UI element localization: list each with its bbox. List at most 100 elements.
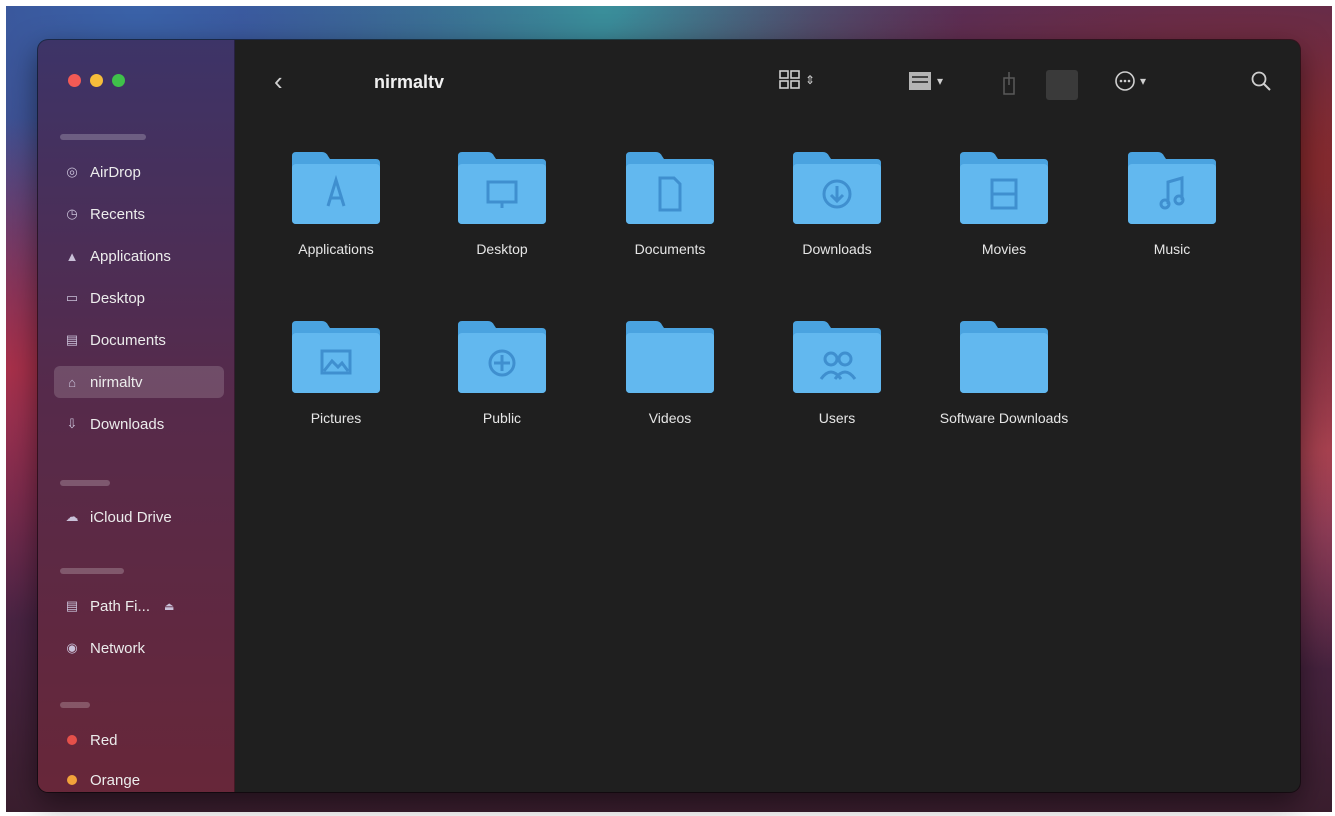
sidebar-item-label: nirmaltv bbox=[90, 373, 143, 391]
tag-color-icon bbox=[67, 735, 77, 745]
tag-icon bbox=[1046, 70, 1078, 100]
search-button[interactable] bbox=[1250, 70, 1272, 92]
drive-icon: ▤ bbox=[65, 598, 79, 613]
tag-color-icon bbox=[67, 775, 77, 785]
group-icon bbox=[909, 72, 931, 90]
sidebar-item-label: Documents bbox=[90, 331, 166, 349]
folder-item-software-downloads[interactable]: Software Downloads bbox=[924, 315, 1084, 427]
tag-dot-icon bbox=[64, 732, 80, 748]
sidebar-item-downloads[interactable]: ⇩ Downloads bbox=[54, 408, 224, 440]
folder-label: Users bbox=[818, 410, 856, 426]
desktop-icon: ▭ bbox=[65, 290, 79, 305]
tag-dot-icon bbox=[64, 772, 80, 788]
sidebar-item-label: Downloads bbox=[90, 415, 165, 433]
network-icon: ◉ bbox=[66, 640, 78, 655]
folder-icon bbox=[292, 321, 380, 393]
chevron-down-icon: ▾ bbox=[937, 74, 944, 88]
folder-icon bbox=[626, 321, 714, 393]
folder-label: Public bbox=[482, 410, 522, 426]
window-controls bbox=[68, 74, 125, 87]
sidebar-item-documents[interactable]: ▤ Documents bbox=[54, 324, 224, 356]
folder-item-applications[interactable]: Applications bbox=[256, 146, 416, 258]
sidebar-item-recents[interactable]: ◷ Recents bbox=[54, 198, 224, 230]
chevron-down-icon: ▾ bbox=[1140, 74, 1147, 88]
tag-button[interactable] bbox=[1046, 70, 1078, 100]
folder-label: Downloads bbox=[802, 241, 872, 257]
toolbar: ‹ nirmaltv ⇕ ▾ ▾ bbox=[234, 40, 1300, 124]
sidebar-item-nirmaltv[interactable]: ⌂ nirmaltv bbox=[54, 366, 224, 398]
sidebar-item-label: Applications bbox=[90, 247, 171, 265]
folder-item-music[interactable]: Music bbox=[1092, 146, 1252, 258]
chevron-updown-icon: ⇕ bbox=[805, 73, 816, 87]
folder-label: Documents bbox=[634, 241, 706, 257]
cloud-icon: ☁ bbox=[65, 509, 79, 524]
search-icon bbox=[1251, 71, 1271, 91]
folder-icon bbox=[960, 321, 1048, 393]
folder-icon bbox=[458, 152, 546, 224]
sidebar-item-label: Red bbox=[90, 731, 118, 749]
folder-icon bbox=[292, 152, 380, 224]
grid-view-icon bbox=[779, 70, 800, 89]
back-button[interactable]: ‹ bbox=[274, 68, 283, 94]
sidebar-item-icloud-drive[interactable]: ☁ iCloud Drive bbox=[54, 501, 224, 533]
folder-icon bbox=[1128, 152, 1216, 224]
sidebar-item-red[interactable]: Red bbox=[54, 724, 224, 756]
sidebar-item-label: iCloud Drive bbox=[90, 508, 172, 526]
chevron-left-icon: ‹ bbox=[274, 66, 283, 96]
airdrop-icon: ◎ bbox=[66, 164, 78, 179]
sidebar-item-label: Network bbox=[90, 639, 146, 657]
folder-item-videos[interactable]: Videos bbox=[590, 315, 750, 427]
more-icon bbox=[1115, 71, 1135, 91]
sidebar-item-path-fi[interactable]: ▤ Path Fi... ⏏ bbox=[54, 590, 224, 622]
window-title: nirmaltv bbox=[374, 72, 445, 92]
folder-label: Applications bbox=[298, 241, 374, 257]
folder-item-documents[interactable]: Documents bbox=[590, 146, 750, 258]
sidebar-section-header-locations bbox=[60, 568, 124, 574]
sidebar-item-airdrop[interactable]: ◎ AirDrop bbox=[54, 156, 224, 188]
document-icon: ▤ bbox=[65, 332, 79, 347]
folder-item-users[interactable]: Users bbox=[757, 315, 917, 427]
group-button[interactable]: ▾ bbox=[907, 70, 943, 92]
sidebar-section-header-favorites bbox=[60, 134, 146, 140]
finder-window: ◎ AirDrop ◷ Recents ▲ Applications ▭ Desktop ▤ Do… bbox=[38, 40, 1300, 792]
sidebar-item-applications[interactable]: ▲ Applications bbox=[54, 240, 224, 272]
folder-icon bbox=[458, 321, 546, 393]
folder-label: Desktop bbox=[476, 241, 528, 257]
sidebar-item-orange[interactable]: Orange bbox=[54, 764, 224, 792]
sidebar-item-label: AirDrop bbox=[90, 163, 141, 181]
folder-label: Movies bbox=[981, 241, 1027, 257]
action-button[interactable]: ▾ bbox=[1114, 70, 1146, 92]
folder-label: Pictures bbox=[310, 410, 362, 426]
sidebar-section-header-icloud bbox=[60, 480, 110, 486]
home-icon: ⌂ bbox=[68, 374, 76, 390]
sidebar-item-label: Desktop bbox=[90, 289, 146, 307]
folder-item-downloads[interactable]: Downloads bbox=[757, 146, 917, 258]
sidebar: ◎ AirDrop ◷ Recents ▲ Applications ▭ Desktop ▤ Do… bbox=[38, 40, 235, 792]
downloads-icon: ⇩ bbox=[66, 416, 78, 431]
view-options-button[interactable]: ⇕ bbox=[779, 70, 815, 90]
folder-icon bbox=[793, 321, 881, 393]
folder-item-public[interactable]: Public bbox=[422, 315, 582, 427]
folder-item-pictures[interactable]: Pictures bbox=[256, 315, 416, 427]
eject-icon[interactable]: ⏏ bbox=[164, 600, 174, 613]
share-icon bbox=[1003, 72, 1015, 95]
folder-icon bbox=[793, 152, 881, 224]
folder-item-movies[interactable]: Movies bbox=[924, 146, 1084, 258]
sidebar-item-desktop[interactable]: ▭ Desktop bbox=[54, 282, 224, 314]
minimize-button[interactable] bbox=[90, 74, 103, 87]
share-button[interactable] bbox=[1000, 70, 1018, 96]
zoom-button[interactable] bbox=[112, 74, 125, 87]
sidebar-item-label: Orange bbox=[90, 771, 141, 789]
clock-icon: ◷ bbox=[66, 206, 78, 221]
sidebar-item-network[interactable]: ◉ Network bbox=[54, 632, 224, 664]
sidebar-item-label: Path Fi... bbox=[90, 597, 151, 615]
folder-label: Software Downloads bbox=[939, 410, 1069, 426]
folder-icon bbox=[626, 152, 714, 224]
applications-icon: ▲ bbox=[65, 248, 79, 264]
folder-label: Videos bbox=[648, 410, 692, 426]
folder-item-desktop[interactable]: Desktop bbox=[422, 146, 582, 258]
sidebar-item-label: Recents bbox=[90, 205, 146, 223]
folder-label: Music bbox=[1153, 241, 1191, 257]
close-button[interactable] bbox=[68, 74, 81, 87]
file-grid: Applications Desktop Documents Downloads Mov… bbox=[234, 124, 1300, 792]
